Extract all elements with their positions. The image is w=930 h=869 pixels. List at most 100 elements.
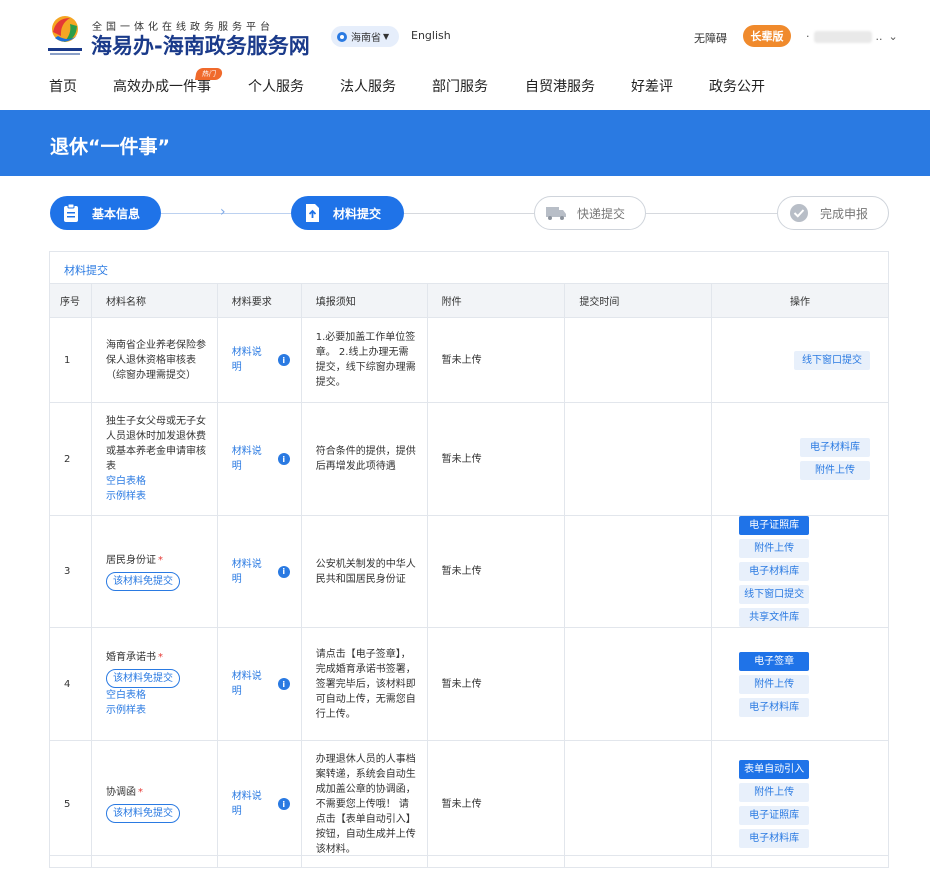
offline-window-button[interactable]: 线下窗口提交 bbox=[739, 585, 810, 604]
info-icon[interactable]: i bbox=[277, 678, 290, 690]
step-basic-info[interactable]: 基本信息 bbox=[50, 196, 161, 230]
logo-title[interactable]: 海易办-海南政务服务网 bbox=[91, 30, 310, 60]
row-index: 1 bbox=[49, 317, 92, 403]
site-header: 全国一体化在线政务服务平台 海易办-海南政务服务网 海南省 ▼ English … bbox=[0, 0, 930, 110]
table-row: 3 居民身份证 * 该材料免提交 材料说明 i 公安机关制发的中华人民共和国居民身… bbox=[49, 515, 889, 628]
col-header-requirement: 材料要求 bbox=[216, 283, 302, 318]
col-header-time: 提交时间 bbox=[564, 283, 713, 318]
row-index: 4 bbox=[49, 627, 92, 741]
nav-item-corporate[interactable]: 法人服务 bbox=[340, 76, 396, 96]
e-material-library-button[interactable]: 电子材料库 bbox=[739, 562, 810, 581]
e-material-library-button[interactable]: 电子材料库 bbox=[739, 829, 810, 848]
site-logo-icon[interactable] bbox=[46, 12, 84, 58]
actions-cell: 表单自动引入 附件上传 电子证照库 电子材料库 bbox=[711, 740, 889, 868]
material-name: 婚育承诺书 bbox=[105, 652, 156, 663]
exempt-tag[interactable]: 该材料免提交 bbox=[105, 571, 180, 591]
notice-text: 1.必要加盖工作单位签章。 2.线上办理无需提交，线下综窗办理需提交。 bbox=[315, 332, 416, 388]
exempt-tag[interactable]: 该材料免提交 bbox=[105, 669, 180, 688]
user-ellipsis: .. bbox=[875, 30, 883, 43]
step-label: 材料提交 bbox=[333, 206, 382, 221]
e-license-library-button[interactable]: 电子证照库 bbox=[739, 516, 810, 535]
submit-time bbox=[564, 515, 713, 628]
blank-form-link[interactable]: 空白表格 bbox=[106, 474, 207, 489]
upload-icon bbox=[299, 200, 325, 226]
attachment-upload-button[interactable]: 附件上传 bbox=[739, 539, 810, 558]
e-signature-button[interactable]: 电子签章 bbox=[739, 651, 810, 671]
region-label: 海南省 bbox=[351, 33, 381, 44]
clipboard-icon bbox=[58, 200, 84, 226]
notice-cell: 符合条件的提供，提供后再增发此项待遇 bbox=[300, 402, 428, 516]
material-name-cell: 协调函 * 该材料免提交 bbox=[90, 740, 218, 868]
step-express-submit[interactable]: 快递提交 bbox=[534, 196, 646, 230]
col-header-index: 序号 bbox=[49, 283, 92, 318]
material-section: 材料提交 序号 材料名称 材料要求 填报须知 附件 提交时间 操作 1 海南省企… bbox=[49, 251, 889, 868]
material-desc-link[interactable]: 材料说明 bbox=[232, 345, 270, 375]
attachment-upload-button[interactable]: 附件上传 bbox=[739, 674, 810, 694]
step-label: 快递提交 bbox=[577, 206, 626, 221]
e-material-library-button[interactable]: 电子材料库 bbox=[800, 438, 870, 457]
region-selector[interactable]: 海南省 ▼ bbox=[331, 26, 399, 47]
offline-window-button[interactable]: 线下窗口提交 bbox=[794, 350, 870, 370]
col-header-attachment: 附件 bbox=[426, 283, 566, 318]
e-license-library-button[interactable]: 电子证照库 bbox=[739, 806, 810, 825]
requirement-cell: 材料说明 i bbox=[216, 515, 302, 628]
nav-item-free-trade-port[interactable]: 自贸港服务 bbox=[525, 76, 595, 96]
chevron-down-icon: ⌄ bbox=[888, 30, 898, 43]
required-mark: * bbox=[157, 554, 163, 566]
shared-file-library-button[interactable]: 共享文件库 bbox=[739, 608, 810, 627]
info-icon[interactable]: i bbox=[277, 453, 290, 465]
step-complete[interactable]: 完成申报 bbox=[777, 196, 889, 230]
requirement-cell: 材料说明 i bbox=[216, 317, 302, 403]
row-index: 5 bbox=[49, 740, 92, 868]
required-mark: * bbox=[137, 787, 143, 798]
attachment-status: 暂未上传 bbox=[426, 740, 566, 868]
material-desc-link[interactable]: 材料说明 bbox=[232, 444, 270, 474]
material-desc-link[interactable]: 材料说明 bbox=[232, 557, 270, 587]
material-name: 居民身份证 bbox=[105, 554, 156, 566]
user-name-blurred bbox=[813, 30, 872, 43]
info-icon[interactable]: i bbox=[277, 565, 290, 578]
progress-steps: 基本信息 › 材料提交 快递提交 完成申报 bbox=[0, 196, 930, 232]
nav-item-gov-affairs[interactable]: 政务公开 bbox=[709, 76, 765, 96]
exempt-tag[interactable]: 该材料免提交 bbox=[105, 804, 180, 823]
row-index: 2 bbox=[49, 402, 92, 516]
chevron-right-icon: › bbox=[220, 204, 226, 220]
actions-cell: 线下窗口提交 bbox=[711, 317, 889, 403]
table-row: 5 协调函 * 该材料免提交 材料说明 i 办理退休人员的人事档案转递，系统会自动… bbox=[49, 740, 889, 868]
notice-cell: 公安机关制发的中华人民共和国居民身份证 bbox=[300, 515, 428, 628]
table-row: 2 独生子女父母或无子女人员退休时加发退休费或基本养老金申请审核表 空白表格 示… bbox=[49, 402, 889, 516]
user-menu[interactable]: · .. ⌄ bbox=[806, 30, 898, 43]
row-index: 3 bbox=[49, 515, 92, 628]
accessibility-link[interactable]: 无障碍 bbox=[694, 30, 727, 46]
e-material-library-button[interactable]: 电子材料库 bbox=[739, 697, 810, 717]
attachment-status: 暂未上传 bbox=[426, 627, 566, 741]
attachment-upload-button[interactable]: 附件上传 bbox=[800, 461, 870, 480]
notice-text: 办理退休人员的人事档案转递，系统会自动生成加盖公章的协调函，不需要您上传哦！ 请… bbox=[315, 753, 416, 855]
actions-cell: 电子签章 附件上传 电子材料库 bbox=[711, 627, 889, 741]
attachment-upload-button[interactable]: 附件上传 bbox=[739, 783, 810, 802]
location-pin-icon bbox=[337, 31, 347, 42]
step-connector bbox=[646, 213, 777, 214]
notice-text: 请点击【电子签章】，完成婚育承诺书签署，签署完毕后，该材料即可自动上传，无需您自… bbox=[315, 648, 416, 720]
nav-item-personal[interactable]: 个人服务 bbox=[248, 76, 304, 96]
step-label: 完成申报 bbox=[820, 206, 869, 221]
material-name-cell: 海南省企业养老保险参保人退休资格审核表（综窗办理需提交） bbox=[90, 317, 218, 403]
check-circle-icon bbox=[786, 200, 812, 226]
sample-form-link[interactable]: 示例样表 bbox=[106, 489, 207, 504]
info-icon[interactable]: i bbox=[277, 354, 290, 366]
nav-item-department[interactable]: 部门服务 bbox=[432, 76, 488, 96]
material-desc-link[interactable]: 材料说明 bbox=[232, 669, 270, 699]
language-switch[interactable]: English bbox=[411, 29, 451, 42]
nav-item-rating[interactable]: 好差评 bbox=[631, 76, 673, 96]
form-auto-import-button[interactable]: 表单自动引入 bbox=[739, 760, 810, 779]
blank-form-link[interactable]: 空白表格 bbox=[106, 688, 217, 703]
sample-form-link[interactable]: 示例样表 bbox=[106, 703, 217, 718]
info-icon[interactable]: i bbox=[277, 798, 290, 810]
elder-mode-button[interactable]: 长辈版 bbox=[743, 25, 791, 47]
step-material-submit[interactable]: 材料提交 bbox=[291, 196, 404, 230]
step-connector bbox=[161, 213, 291, 214]
notice-cell: 1.必要加盖工作单位签章。 2.线上办理无需提交，线下综窗办理需提交。 bbox=[300, 317, 428, 403]
nav-item-home[interactable]: 首页 bbox=[49, 76, 77, 96]
material-desc-link[interactable]: 材料说明 bbox=[232, 789, 270, 819]
submit-time bbox=[564, 740, 713, 868]
